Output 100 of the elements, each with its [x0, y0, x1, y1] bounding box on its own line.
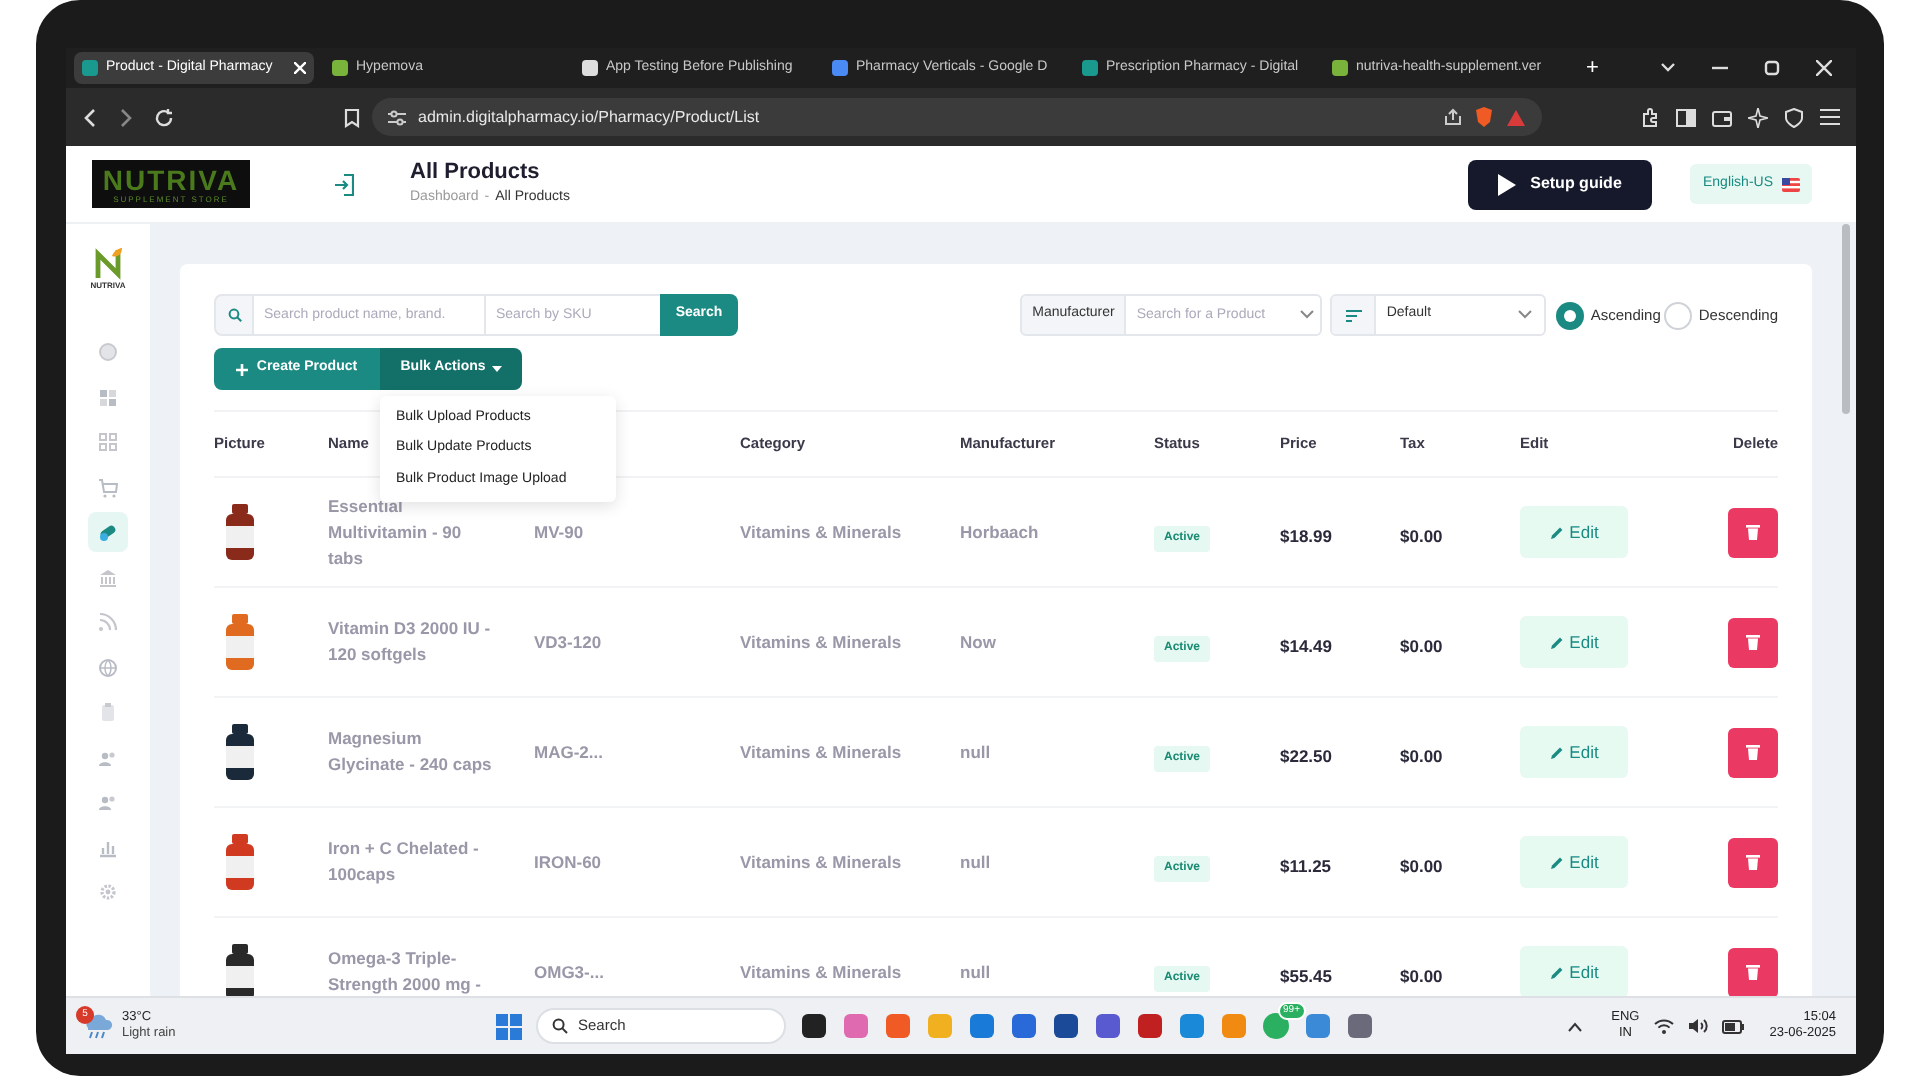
- flag-icon: [1781, 177, 1799, 191]
- trash-icon: [1746, 524, 1760, 540]
- triangle-icon[interactable]: [1506, 107, 1526, 127]
- price-cell-text: $14.49: [1280, 634, 1334, 660]
- dropdown-toggle[interactable]: [1294, 294, 1323, 336]
- battery-icon[interactable]: [1721, 1019, 1744, 1033]
- price-cell-text: $55.45: [1280, 964, 1334, 990]
- search-icon: [552, 1018, 568, 1034]
- edit-button[interactable]: Edit: [1520, 616, 1628, 668]
- pencil-icon: [1549, 965, 1564, 979]
- bookmark-icon[interactable]: [344, 107, 360, 127]
- bottle-drawing: [222, 834, 258, 890]
- sku-cell-text: IRON-60: [534, 849, 604, 875]
- site-settings-icon[interactable]: [388, 109, 406, 125]
- manufacturer-cell-text: Now: [960, 629, 998, 655]
- back-icon[interactable]: [82, 107, 98, 127]
- address-bar[interactable]: admin.digitalpharmacy.io/Pharmacy/Product/List: [372, 98, 1542, 136]
- favicon-icon: [82, 60, 98, 76]
- grid-icon: [98, 387, 118, 407]
- avatar-icon: [98, 342, 118, 362]
- delete-button[interactable]: [1728, 837, 1778, 887]
- edit-button[interactable]: Edit: [1520, 506, 1628, 558]
- product-name: Magnesium Glycinate - 240 caps: [328, 726, 494, 778]
- speaker-icon[interactable]: [1687, 1018, 1708, 1034]
- product-name: Omega-3 Triple-Strength 2000 mg -: [328, 946, 484, 996]
- dotted-grid-icon: [98, 432, 118, 452]
- wallet-icon[interactable]: [1712, 107, 1732, 127]
- favicon-icon: [582, 60, 598, 76]
- edit-button[interactable]: Edit: [1520, 726, 1628, 778]
- manufacturer-cell-text: Horbaach: [960, 519, 1041, 545]
- tax-cell-text: $0.00: [1400, 524, 1445, 550]
- category-cell-text: Vitamins & Minerals: [740, 739, 904, 765]
- reload-icon[interactable]: [154, 107, 174, 127]
- cart-icon: [98, 477, 118, 497]
- tax-cell-text: $0.00: [1400, 964, 1445, 990]
- favicon-icon: [332, 60, 348, 76]
- sku-cell-text: MAG-2...: [534, 739, 605, 765]
- category-cell-text: Vitamins & Minerals: [740, 629, 904, 655]
- restore-icon[interactable]: [1764, 60, 1780, 76]
- start-icon[interactable]: [496, 1013, 522, 1039]
- chevron-up-icon[interactable]: [1567, 1021, 1582, 1031]
- play-icon: [1498, 173, 1517, 195]
- delete-button[interactable]: [1728, 617, 1778, 667]
- manufacturer-cell-text: null: [960, 849, 993, 875]
- close-icon[interactable]: [1816, 60, 1832, 76]
- tax-cell-text: $0.00: [1400, 634, 1445, 660]
- bank-icon: [98, 567, 118, 587]
- sort-icon: [1345, 309, 1362, 321]
- cloud-rain-icon: [82, 1012, 114, 1040]
- price-cell-text: $11.25: [1280, 854, 1334, 880]
- caret-icon: [491, 366, 502, 372]
- product-name: Vitamin D3 2000 IU - 120 softgels: [328, 616, 493, 668]
- favicon-icon: [832, 60, 848, 76]
- price-cell-text: $18.99: [1280, 524, 1334, 550]
- users-icon: [98, 792, 118, 812]
- sparkle-icon[interactable]: [1748, 107, 1768, 127]
- manufacturer-cell-text: null: [960, 739, 993, 765]
- trash-icon: [1746, 744, 1760, 760]
- edit-button[interactable]: Edit: [1520, 946, 1628, 996]
- new-tab-button[interactable]: +: [1586, 57, 1599, 79]
- menu-icon[interactable]: [1820, 108, 1840, 126]
- tax-cell-text: $0.00: [1400, 854, 1445, 880]
- delete-button[interactable]: [1728, 727, 1778, 777]
- sku-cell-text: MV-90: [534, 519, 586, 545]
- category-cell-text: Vitamins & Minerals: [740, 519, 904, 545]
- app-icon[interactable]: [1136, 1012, 1164, 1040]
- sidebar-icon[interactable]: [1676, 107, 1696, 127]
- trash-icon: [1746, 634, 1760, 650]
- wifi-icon[interactable]: [1653, 1018, 1674, 1034]
- shield-icon[interactable]: [1784, 107, 1804, 127]
- chevron-down-icon: [1518, 310, 1533, 320]
- search-icon: [227, 308, 241, 322]
- login-icon[interactable]: [334, 173, 354, 195]
- plus-icon: [236, 363, 249, 375]
- edit-button[interactable]: Edit: [1520, 836, 1628, 888]
- sku-cell-text: VD3-120: [534, 629, 604, 655]
- pencil-icon: [1549, 745, 1564, 759]
- sidebar-item[interactable]: [88, 512, 128, 552]
- category-cell-text: Vitamins & Minerals: [740, 959, 904, 985]
- chevron-down-icon[interactable]: [1660, 62, 1676, 74]
- forward-icon[interactable]: [118, 107, 134, 127]
- price-cell-text: $22.50: [1280, 744, 1334, 770]
- tax-cell-text: $0.00: [1400, 744, 1445, 770]
- bottle-drawing: [222, 614, 258, 670]
- product-name: Essential Multivitamin - 90 tabs: [328, 493, 464, 571]
- users-icon: [98, 747, 118, 767]
- trash-icon: [1746, 854, 1760, 870]
- bottle-drawing: [222, 504, 258, 560]
- category-cell-text: Vitamins & Minerals: [740, 849, 904, 875]
- delete-button[interactable]: [1728, 507, 1778, 557]
- trash-icon: [1746, 964, 1760, 980]
- scrollbar-thumb[interactable]: [1842, 224, 1850, 414]
- puzzle-icon[interactable]: [1640, 107, 1660, 127]
- delete-button[interactable]: [1728, 947, 1778, 996]
- pencil-icon: [1549, 855, 1564, 869]
- bottle-drawing: [222, 724, 258, 780]
- setup-guide-button[interactable]: Setup guide: [1468, 159, 1652, 209]
- page-title: All Products: [410, 158, 542, 186]
- sku-cell-text: OMG3-...: [534, 959, 606, 985]
- share-icon[interactable]: [1444, 108, 1462, 126]
